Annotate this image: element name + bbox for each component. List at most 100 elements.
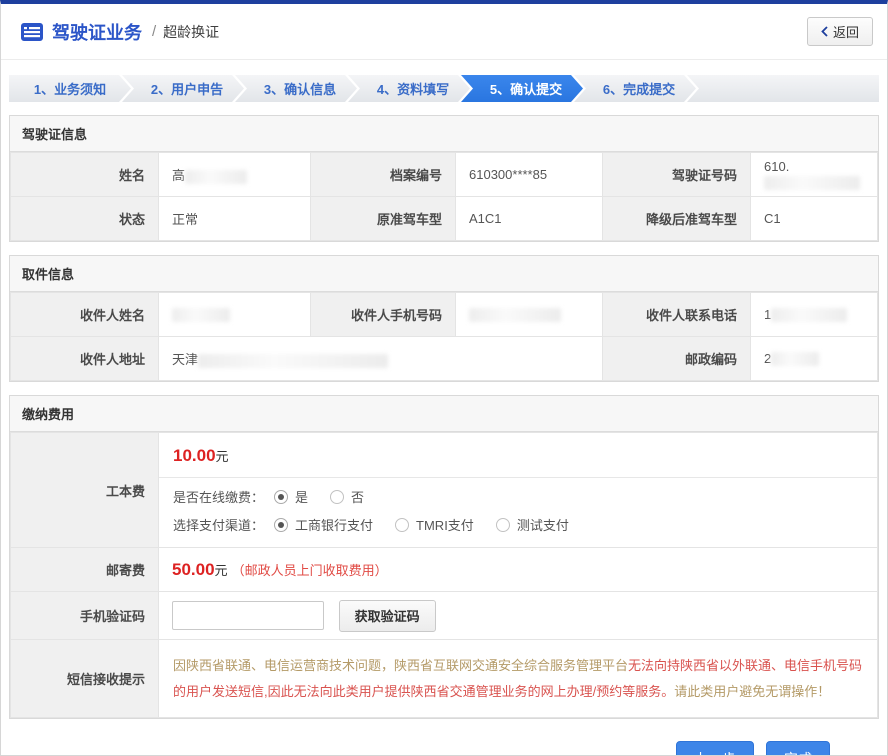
section-title: 缴纳费用	[10, 396, 878, 432]
postal-code-label: 邮政编码	[603, 337, 751, 381]
step-4: 4、资料填写	[348, 75, 470, 102]
name-value: 高	[159, 153, 311, 197]
radio-selected-icon[interactable]	[274, 490, 288, 504]
sms-notice-content: 因陕西省联通、电信运营商技术问题，陕西省互联网交通安全综合服务管理平台无法向持陕…	[159, 640, 878, 718]
name-label: 姓名	[11, 153, 159, 197]
sms-code-row: 手机验证码 获取验证码	[11, 592, 878, 640]
pay-channel-question: 选择支付渠道：	[173, 515, 264, 534]
step-wizard: 1、业务须知 2、用户申告 3、确认信息 4、资料填写 5、确认提交 6、完成提…	[9, 75, 879, 102]
section-license-info: 驾驶证信息 姓名 高 档案编号 610300****85 驾驶证号码 610. …	[9, 115, 879, 242]
channel-tmri-label: TMRI支付	[416, 515, 474, 534]
radio-unselected-icon[interactable]	[496, 518, 510, 532]
online-pay-no-option[interactable]: 否	[330, 487, 364, 506]
table-row: 收件人地址 天津 邮政编码 2	[11, 337, 878, 381]
redacted-text	[764, 176, 860, 190]
file-no-label: 档案编号	[311, 153, 456, 197]
channel-test-label: 测试支付	[517, 515, 569, 534]
orig-type-value: A1C1	[456, 197, 603, 241]
sms-notice-text-1: 因陕西省联通、电信运营商技术问题，陕西省互联网交通安全综合服务管理平台	[173, 658, 628, 673]
back-button-label: 返回	[833, 22, 859, 41]
recipient-name-value	[159, 293, 311, 337]
redacted-text	[469, 308, 561, 322]
breadcrumb-separator: /	[152, 23, 156, 40]
step-5-active: 5、确认提交	[461, 75, 583, 102]
work-fee-content: 10.00元 是否在线缴费： 是 否	[159, 433, 878, 548]
redacted-text	[771, 352, 819, 366]
sms-code-content: 获取验证码	[159, 592, 878, 640]
step-bar-filler	[687, 75, 879, 102]
recipient-phone-value: 1	[751, 293, 878, 337]
mail-fee-note: （邮政人员上门收取费用）	[232, 563, 388, 578]
step-6: 6、完成提交	[574, 75, 696, 102]
section-fees: 缴纳费用 工本费 10.00元 是否在线缴费： 是	[9, 395, 879, 719]
previous-step-button[interactable]: 上一步	[676, 741, 754, 756]
mail-fee-content: 50.00元 （邮政人员上门收取费用）	[159, 548, 878, 592]
step-1: 1、业务须知	[9, 75, 131, 102]
redacted-text	[771, 308, 847, 322]
breadcrumb-current: 超龄换证	[163, 22, 219, 42]
sms-notice-text-3: 请此类用户避免无谓操作！	[674, 684, 830, 699]
chevron-left-icon	[821, 26, 828, 37]
work-fee-unit: 元	[216, 449, 229, 464]
sms-notice-label: 短信接收提示	[11, 640, 159, 718]
pay-channel-radio-group: 选择支付渠道： 工商银行支付 TMRI支付 测试支付	[159, 506, 877, 547]
radio-unselected-icon[interactable]	[395, 518, 409, 532]
online-pay-radio-group: 是否在线缴费： 是 否	[159, 478, 877, 506]
sms-code-input[interactable]	[172, 601, 324, 630]
mail-fee-row: 邮寄费 50.00元 （邮政人员上门收取费用）	[11, 548, 878, 592]
mail-fee-unit: 元	[215, 563, 228, 578]
status-value: 正常	[159, 197, 311, 241]
mail-fee-amount: 50.00	[172, 560, 215, 579]
recipient-mobile-value	[456, 293, 603, 337]
redacted-text	[185, 170, 247, 184]
channel-icbc-option[interactable]: 工商银行支付	[274, 515, 373, 534]
recipient-name-label: 收件人姓名	[11, 293, 159, 337]
down-type-label: 降级后准驾车型	[603, 197, 751, 241]
file-no-value: 610300****85	[456, 153, 603, 197]
finish-button[interactable]: 完成	[766, 741, 830, 756]
section-pickup-info: 取件信息 收件人姓名 收件人手机号码 收件人联系电话 1 收件人地址 天津 邮政…	[9, 255, 879, 382]
radio-unselected-icon[interactable]	[330, 490, 344, 504]
footer-actions: 上一步 完成	[1, 719, 887, 756]
table-row: 姓名 高 档案编号 610300****85 驾驶证号码 610.	[11, 153, 878, 197]
fees-table: 工本费 10.00元 是否在线缴费： 是 否	[10, 432, 878, 718]
pickup-info-table: 收件人姓名 收件人手机号码 收件人联系电话 1 收件人地址 天津 邮政编码 2	[10, 292, 878, 381]
work-fee-label: 工本费	[11, 433, 159, 548]
recipient-phone-label: 收件人联系电话	[603, 293, 751, 337]
section-title: 驾驶证信息	[10, 116, 878, 152]
channel-icbc-label: 工商银行支付	[295, 515, 373, 534]
online-pay-question: 是否在线缴费：	[173, 487, 264, 506]
step-2: 2、用户申告	[122, 75, 244, 102]
mail-fee-label: 邮寄费	[11, 548, 159, 592]
table-row: 状态 正常 原准驾车型 A1C1 降级后准驾车型 C1	[11, 197, 878, 241]
table-row: 收件人姓名 收件人手机号码 收件人联系电话 1	[11, 293, 878, 337]
get-code-button[interactable]: 获取验证码	[339, 600, 436, 632]
channel-tmri-option[interactable]: TMRI支付	[395, 515, 474, 534]
channel-test-option[interactable]: 测试支付	[496, 515, 569, 534]
work-fee-amount-line: 10.00元	[159, 433, 877, 477]
section-title: 取件信息	[10, 256, 878, 292]
down-type-value: C1	[751, 197, 878, 241]
online-pay-yes-label: 是	[295, 487, 308, 506]
redacted-text	[172, 308, 230, 322]
online-pay-no-label: 否	[351, 487, 364, 506]
redacted-text	[198, 354, 388, 368]
page-title: 驾驶证业务	[52, 19, 142, 45]
back-button[interactable]: 返回	[807, 17, 873, 46]
recipient-address-value: 天津	[159, 337, 603, 381]
status-label: 状态	[11, 197, 159, 241]
sms-code-label: 手机验证码	[11, 592, 159, 640]
postal-code-value: 2	[751, 337, 878, 381]
license-business-icon	[21, 23, 43, 41]
recipient-address-label: 收件人地址	[11, 337, 159, 381]
license-no-label: 驾驶证号码	[603, 153, 751, 197]
header: 驾驶证业务 / 超龄换证 返回	[1, 4, 887, 60]
recipient-mobile-label: 收件人手机号码	[311, 293, 456, 337]
orig-type-label: 原准驾车型	[311, 197, 456, 241]
work-fee-amount: 10.00	[173, 446, 216, 465]
online-pay-yes-option[interactable]: 是	[274, 487, 308, 506]
step-3: 3、确认信息	[235, 75, 357, 102]
page: 驾驶证业务 / 超龄换证 返回 1、业务须知 2、用户申告 3、确认信息 4、资…	[0, 0, 888, 756]
radio-selected-icon[interactable]	[274, 518, 288, 532]
work-fee-row: 工本费 10.00元 是否在线缴费： 是 否	[11, 433, 878, 548]
